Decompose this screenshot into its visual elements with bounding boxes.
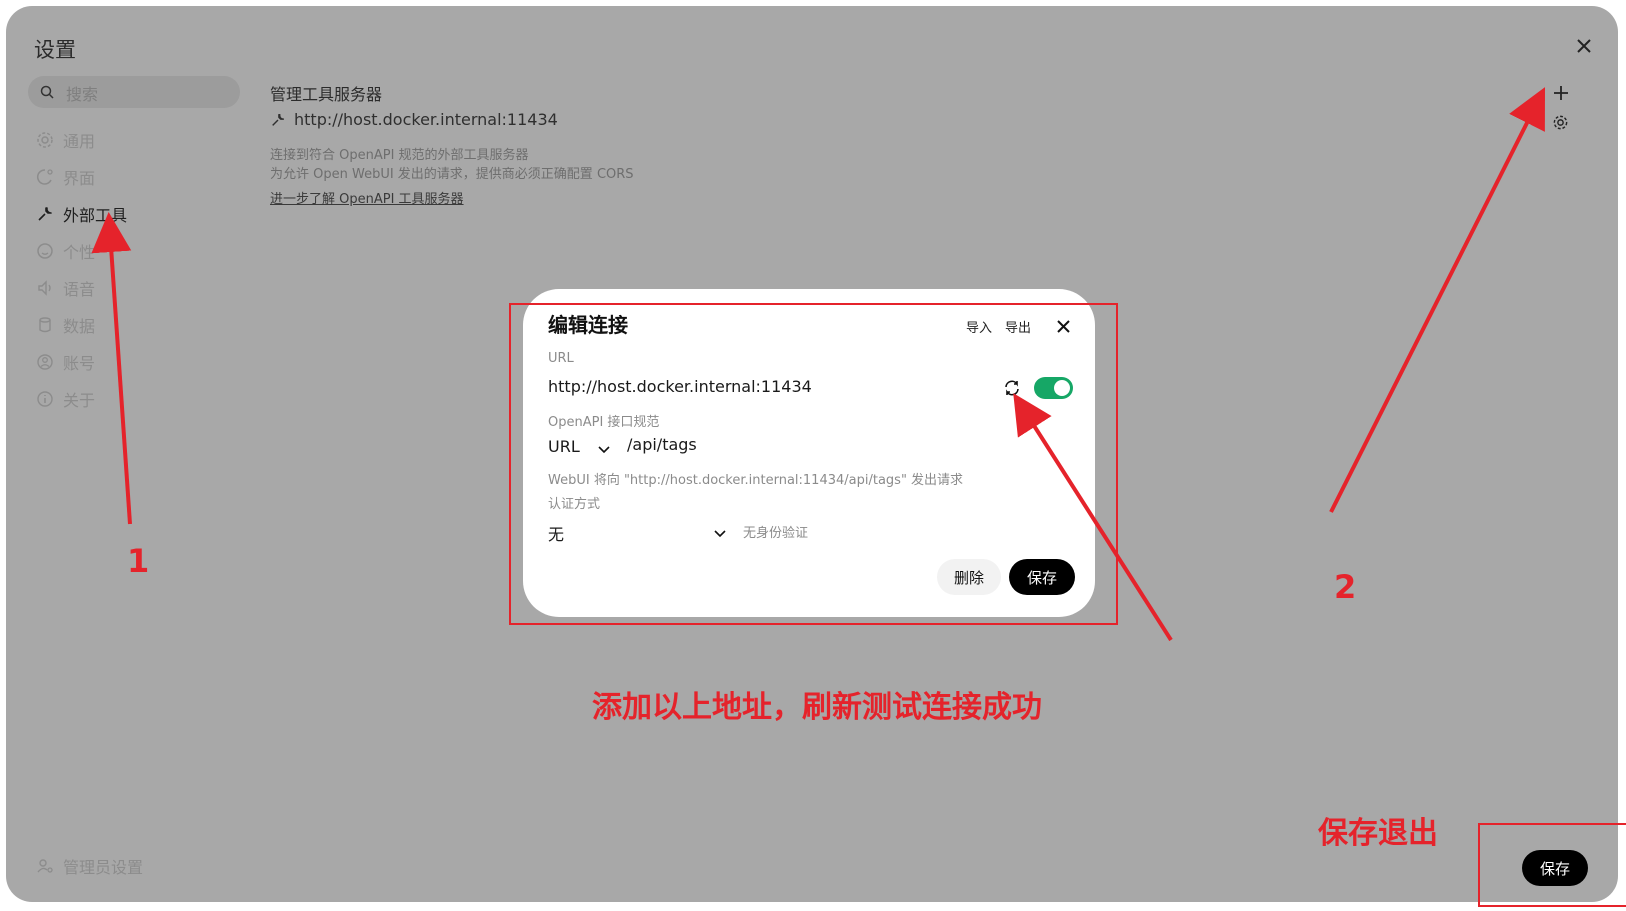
arrow-3 — [1013, 393, 1173, 642]
annotation-caption: 添加以上地址，刷新测试连接成功 — [592, 690, 1042, 725]
annotation-arrows — [91, 87, 1545, 642]
arrow-2 — [1329, 87, 1545, 513]
annotation-save-exit: 保存退出 — [1318, 816, 1438, 851]
annotation-number-1: 1 — [127, 542, 150, 580]
annotation-number-2: 2 — [1334, 568, 1357, 606]
arrow-1 — [91, 212, 132, 525]
